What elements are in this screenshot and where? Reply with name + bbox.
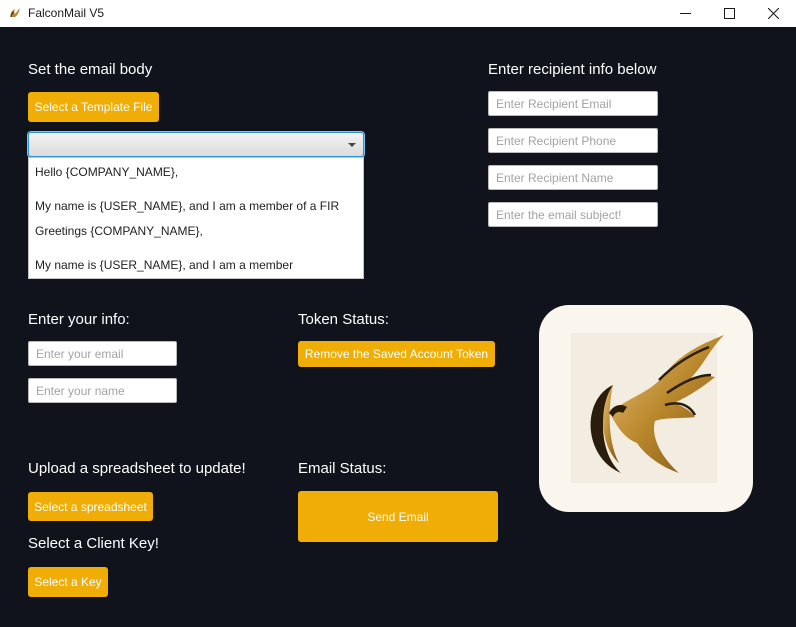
email-body-heading: Set the email body [28, 61, 153, 78]
minimize-button[interactable] [662, 0, 708, 27]
remove-token-button[interactable]: Remove the Saved Account Token [298, 341, 495, 367]
title-bar[interactable]: FalconMail V5 [0, 0, 796, 27]
select-spreadsheet-button[interactable]: Select a spreadsheet [28, 492, 153, 521]
maximize-icon [723, 8, 735, 19]
recipient-heading: Enter recipient info below [488, 61, 657, 78]
select-key-button[interactable]: Select a Key [28, 567, 108, 597]
token-status-heading: Token Status: [298, 311, 389, 328]
main-window: Set the email body Select a Template Fil… [0, 27, 796, 627]
falcon-logo [539, 305, 753, 512]
email-subject-field[interactable] [488, 202, 658, 227]
falcon-logo-icon [571, 333, 724, 483]
maximize-button[interactable] [706, 0, 752, 27]
email-status-heading: Email Status: [298, 460, 387, 477]
user-name-field[interactable] [28, 378, 177, 403]
user-email-field[interactable] [28, 341, 177, 366]
close-button[interactable] [750, 0, 796, 27]
recipient-phone-field[interactable] [488, 128, 658, 153]
close-icon [767, 8, 779, 19]
window-title: FalconMail V5 [28, 6, 105, 20]
client-key-heading: Select a Client Key! [28, 535, 159, 552]
minimize-icon [679, 13, 691, 14]
template-combo[interactable] [28, 132, 364, 157]
send-email-button[interactable]: Send Email [298, 491, 498, 542]
select-template-button[interactable]: Select a Template File [28, 92, 159, 122]
spreadsheet-heading: Upload a spreadsheet to update! [28, 460, 246, 477]
user-info-heading: Enter your info: [28, 311, 130, 328]
template-option[interactable]: Hello {COMPANY_NAME}, [35, 165, 178, 179]
falcon-icon [10, 8, 20, 18]
template-option[interactable]: My name is {USER_NAME}, and I am a membe… [35, 258, 293, 272]
template-option[interactable]: Greetings {COMPANY_NAME}, [35, 224, 203, 238]
template-option[interactable]: My name is {USER_NAME}, and I am a membe… [35, 199, 339, 213]
template-dropdown-list: Hello {COMPANY_NAME}, My name is {USER_N… [28, 157, 364, 279]
recipient-email-field[interactable] [488, 91, 658, 116]
chevron-down-icon [348, 143, 356, 147]
recipient-name-field[interactable] [488, 165, 658, 190]
